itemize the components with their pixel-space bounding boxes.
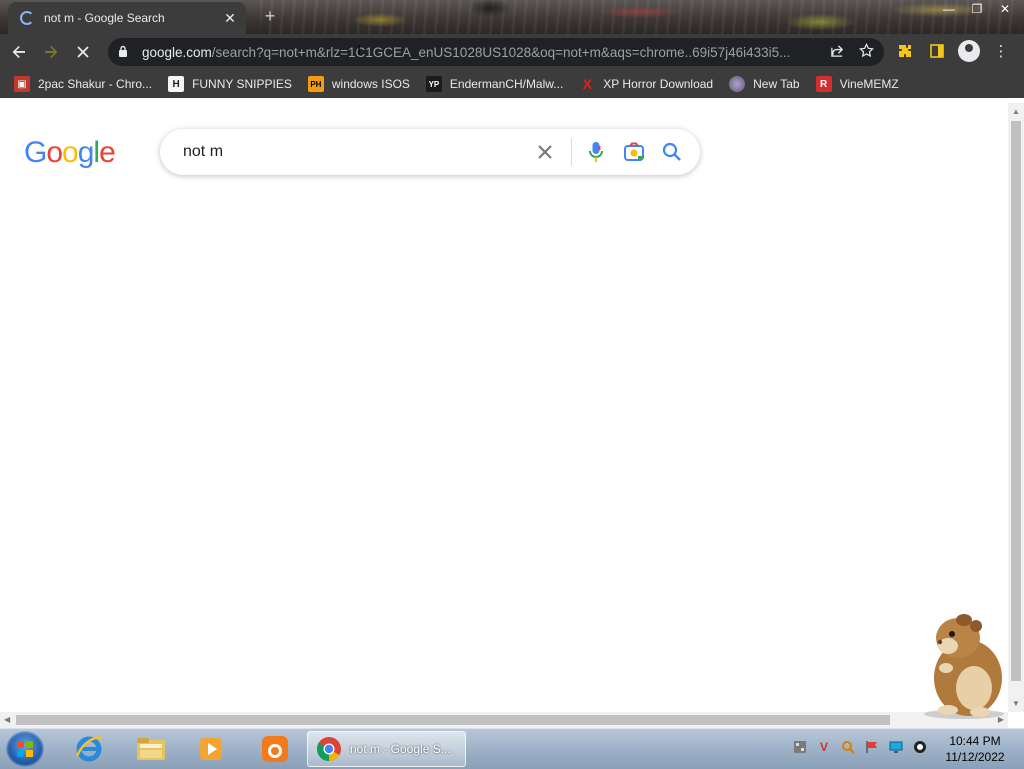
bookmark-label: windows ISOS [331, 77, 410, 91]
clear-search-button[interactable] [533, 140, 557, 164]
scroll-thumb[interactable] [1011, 121, 1021, 681]
image-search-button[interactable] [620, 138, 648, 166]
window-controls: — ❐ ✕ [936, 0, 1018, 18]
bookmark-item[interactable]: New Tab [729, 76, 800, 92]
bookmark-item[interactable]: ▣ 2pac Shakur - Chro... [14, 76, 152, 92]
lock-icon [118, 45, 132, 60]
search-submit-button[interactable] [658, 138, 686, 166]
yp-icon: YP [425, 76, 442, 92]
page-content: Google [0, 103, 1008, 712]
scroll-up-icon[interactable]: ▲ [1012, 107, 1020, 116]
bookmark-label: XP Horror Download [603, 77, 714, 91]
close-icon [538, 145, 552, 159]
arrow-right-icon [45, 46, 58, 58]
arrow-left-icon [12, 46, 25, 58]
squirrel-icon [262, 736, 288, 762]
uc-browser-button[interactable] [250, 732, 300, 766]
antivirus-v-icon[interactable]: V [816, 739, 832, 755]
loading-spinner-icon [20, 11, 34, 25]
stop-loading-button[interactable] [70, 39, 96, 65]
profile-avatar-icon[interactable] [958, 40, 980, 62]
folder-icon [137, 738, 165, 760]
menu-kebab-icon[interactable]: ⋮ [990, 40, 1012, 62]
start-button[interactable] [6, 731, 44, 767]
tab-title: not m - Google Search [44, 11, 165, 25]
scroll-left-icon[interactable]: ◀ [4, 715, 10, 724]
bookmark-label: EndermanCH/Malw... [449, 77, 564, 91]
tray-app-icon[interactable] [792, 739, 808, 755]
tab-close-icon[interactable]: ✕ [222, 10, 238, 27]
restore-button[interactable]: ❐ [964, 0, 990, 18]
internet-explorer-button[interactable] [64, 732, 114, 766]
file-explorer-button[interactable] [126, 732, 176, 766]
search-input[interactable] [181, 142, 533, 162]
h-icon: H [168, 76, 185, 92]
microphone-icon [589, 142, 603, 162]
volume-icon[interactable] [912, 739, 928, 755]
url-host: google.com [142, 44, 212, 60]
bookmark-label: VineMEMZ [839, 77, 899, 91]
horizontal-scrollbar[interactable]: ◀ ▶ [0, 712, 1008, 728]
taskbar-clock[interactable]: 10:44 PM 11/12/2022 [940, 733, 1010, 765]
url-path: /search?q=not+m&rlz=1C1GCEA_enUS1028US10… [211, 44, 791, 60]
taskbar-chrome-window[interactable]: not m - Google S... [307, 731, 466, 767]
minimize-button[interactable]: — [936, 0, 962, 18]
text-cursor-icon: I [357, 42, 361, 58]
bookmarks-bar: ▣ 2pac Shakur - Chro... H FUNNY SNIPPIES… [0, 70, 1024, 98]
close-icon [77, 46, 89, 58]
back-button[interactable] [6, 39, 32, 65]
x-icon: X [582, 76, 592, 92]
scroll-thumb[interactable] [16, 715, 890, 725]
url-text[interactable]: google.com/search?q=not+m&rlz=1C1GCEA_en… [142, 45, 822, 60]
extensions-puzzle-icon[interactable] [894, 40, 916, 62]
internet-explorer-icon [75, 736, 103, 762]
network-monitor-icon[interactable] [888, 739, 904, 755]
search-tray-icon[interactable] [840, 739, 856, 755]
search-icon [662, 142, 681, 161]
bookmark-star-icon[interactable] [859, 42, 874, 62]
divider [571, 138, 572, 166]
tab-google-search[interactable]: not m - Google Search ✕ [8, 2, 246, 34]
address-bar[interactable]: google.com/search?q=not+m&rlz=1C1GCEA_en… [108, 38, 884, 66]
bookmark-label: 2pac Shakur - Chro... [38, 77, 153, 91]
browser-toolbar: google.com/search?q=not+m&rlz=1C1GCEA_en… [0, 34, 1024, 70]
camera-lens-icon [624, 142, 644, 161]
bookmark-label: New Tab [753, 77, 800, 91]
voice-search-button[interactable] [582, 138, 610, 166]
google-logo[interactable]: Google [24, 136, 116, 170]
ph-icon: PH [307, 76, 324, 92]
globe-icon [729, 76, 746, 92]
bookmark-item[interactable]: YP EndermanCH/Malw... [425, 76, 564, 92]
new-tab-button[interactable]: + [260, 6, 280, 27]
side-panel-icon[interactable] [926, 40, 948, 62]
taskbar-window-label: not m - Google S... [350, 742, 451, 756]
close-window-button[interactable]: ✕ [992, 0, 1018, 18]
action-center-flag-icon[interactable] [864, 739, 880, 755]
search-box [160, 129, 700, 175]
system-tray: V [792, 739, 928, 755]
chrome-icon [317, 737, 341, 761]
bookmark-item[interactable]: R VineMEMZ [815, 76, 899, 92]
bookmark-item[interactable]: X XP Horror Download [579, 76, 714, 92]
vertical-scrollbar[interactable]: ▲ ▼ [1008, 103, 1024, 712]
share-icon[interactable] [830, 43, 845, 62]
media-player-icon [200, 738, 222, 760]
forward-button[interactable] [38, 39, 64, 65]
theme-background [260, 0, 1020, 34]
clock-date: 11/12/2022 [945, 750, 1005, 764]
bookmark-item[interactable]: PH windows ISOS [307, 76, 410, 92]
bookmark-item[interactable]: H FUNNY SNIPPIES [168, 76, 292, 92]
hamster-mascot-icon [924, 614, 1004, 719]
taskbar: not m - Google S... V 10:44 PM 11/12/202… [0, 728, 1024, 769]
gift-icon: ▣ [14, 76, 30, 92]
browser-titlebar: not m - Google Search ✕ + — ❐ ✕ [0, 0, 1024, 34]
r-icon: R [815, 76, 832, 92]
bookmark-label: FUNNY SNIPPIES [192, 77, 292, 91]
media-player-button[interactable] [186, 732, 236, 766]
clock-time: 10:44 PM [949, 734, 1001, 748]
scroll-down-icon[interactable]: ▼ [1012, 699, 1020, 708]
